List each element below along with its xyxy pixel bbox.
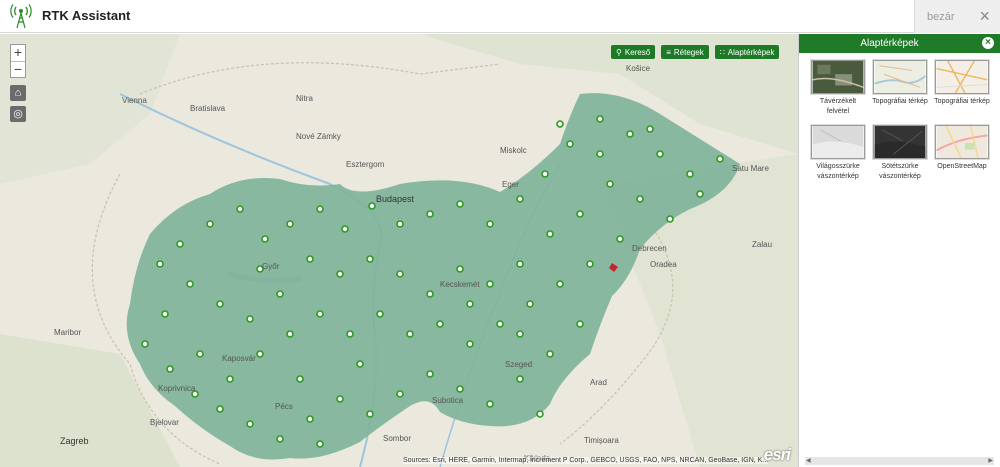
panel-header: Alaptérképek ×: [799, 34, 1000, 53]
tile-label: Távérzékelt felvétel: [819, 98, 857, 115]
map-label-koprivnica: Koprivnica: [158, 384, 196, 393]
panel-close-icon[interactable]: ×: [982, 37, 994, 49]
basemaps-button[interactable]: ∷ Alaptérképek: [714, 45, 780, 59]
map-label-eger: Eger: [502, 180, 519, 189]
layers-button[interactable]: ≡ Rétegek: [661, 45, 709, 59]
layers-button-label: Rétegek: [673, 47, 704, 57]
search-icon: ⚲: [616, 47, 622, 57]
close-icon: ×: [979, 6, 990, 26]
tile-label: Topográfiai térkép: [934, 98, 990, 105]
map-label-kosice: Košice: [626, 64, 651, 73]
imagery-thumbnail: [811, 60, 865, 94]
basemap-tile-osm[interactable]: OpenStreetMap: [931, 125, 993, 182]
basemap-gallery: Távérzékelt felvétel Topográfiai térkép …: [807, 60, 997, 182]
antenna-logo-icon: [10, 4, 32, 29]
map-label-subotica: Subotica: [432, 396, 464, 405]
map-label-vienna: Vienna: [122, 96, 147, 105]
map-label-oradea: Oradea: [650, 260, 677, 269]
basemap-tile-topo[interactable]: Topográfiai térkép: [869, 60, 931, 117]
tile-label: Világosszürke vászontérkép: [816, 163, 860, 180]
tile-label: Sötétszürke vászontérkép: [879, 163, 921, 180]
app-title: RTK Assistant: [42, 8, 131, 23]
map-label-szeged: Szeged: [505, 360, 533, 369]
basemap-tile-light-gray[interactable]: Világosszürke vászontérkép: [807, 125, 869, 182]
basemaps-button-label: Alaptérképek: [727, 47, 775, 57]
home-button[interactable]: ⌂: [10, 85, 26, 101]
map-label-timisoara: Timișoara: [584, 436, 619, 445]
tile-label: OpenStreetMap: [937, 163, 987, 170]
basemap-tile-imagery[interactable]: Távérzékelt felvétel: [807, 60, 869, 117]
map-label-kecskemet: Kecskemét: [440, 280, 480, 289]
osm-thumbnail: [935, 125, 989, 159]
map-label-arad: Arad: [590, 378, 607, 387]
map-attribution: Sources: Esri, HERE, Garmin, Intermap, i…: [403, 457, 769, 464]
esri-logo: esri: [763, 445, 791, 464]
zoom-in-button[interactable]: +: [11, 45, 25, 61]
topo-thumbnail: [873, 60, 927, 94]
locate-button[interactable]: ◎: [10, 106, 26, 122]
map-canvas: [0, 34, 798, 467]
scroll-left-icon[interactable]: ◀: [806, 457, 811, 464]
map-toolbar: ⚲ Kereső ≡ Rétegek ∷ Alaptérképek: [611, 45, 780, 59]
map-label-bratislava: Bratislava: [190, 104, 226, 113]
basemap-tile-dark-gray[interactable]: Sötétszürke vászontérkép: [869, 125, 931, 182]
map-label-pecs: Pécs: [275, 402, 293, 411]
light-gray-thumbnail: [811, 125, 865, 159]
map-label-zalau: Zalau: [752, 240, 773, 249]
locate-icon: ◎: [13, 108, 23, 120]
close-button[interactable]: bezár ×: [914, 0, 1000, 33]
map-label-budapest: Budapest: [376, 194, 415, 204]
map-label-debrecen: Debrecen: [632, 244, 667, 253]
map-label-zagreb: Zagreb: [60, 436, 89, 446]
map-label-satu-mare: Satu Mare: [732, 164, 769, 173]
search-button-label: Kereső: [624, 47, 651, 57]
tile-label: Topográfiai térkép: [872, 98, 928, 105]
streets-thumbnail: [935, 60, 989, 94]
search-button[interactable]: ⚲ Kereső: [611, 45, 656, 59]
zoom-out-button[interactable]: −: [11, 61, 25, 77]
map-label-bjelovar: Bjelovar: [150, 418, 179, 427]
close-label: bezár: [927, 10, 955, 23]
basemap-tile-streets[interactable]: Topográfiai térkép: [931, 60, 993, 117]
grid-icon: ∷: [719, 47, 725, 57]
map-label-gyor: Győr: [262, 262, 280, 271]
map-label-kaposvar: Kaposvár: [222, 354, 256, 363]
map-label-nitra: Nitra: [296, 94, 313, 103]
basemap-panel: Alaptérképek × Távérzékelt felvétel Topo…: [798, 34, 1000, 467]
horizontal-scrollbar[interactable]: ◀ ▶: [805, 457, 994, 465]
app-header: RTK Assistant bezár ×: [0, 0, 1000, 33]
layers-icon: ≡: [666, 47, 671, 57]
zoom-control: + −: [10, 44, 26, 78]
map-label-esztergom: Esztergom: [346, 160, 385, 169]
panel-title: Alaptérképek: [860, 38, 919, 49]
scroll-right-icon[interactable]: ▶: [988, 457, 993, 464]
map-label-nove-zamky: Nové Zámky: [296, 132, 341, 141]
map-label-miskolc: Miskolc: [500, 146, 527, 155]
map-label-sombor: Sombor: [383, 434, 412, 443]
map-view[interactable]: Vienna Bratislava Budapest Miskolc Debre…: [0, 34, 798, 467]
home-icon: ⌂: [14, 87, 22, 99]
dark-gray-thumbnail: [873, 125, 927, 159]
map-label-maribor: Maribor: [54, 328, 82, 337]
